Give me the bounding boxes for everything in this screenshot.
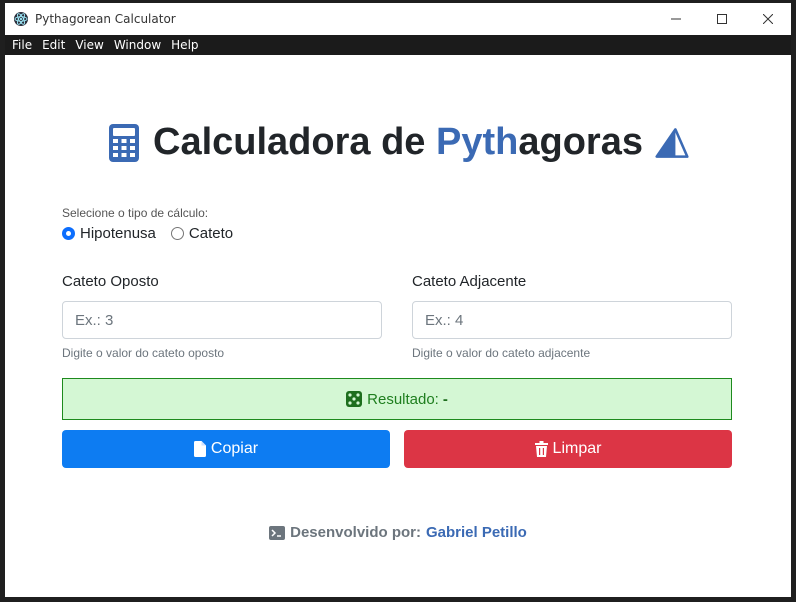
cateto-oposto-help: Digite o valor do cateto oposto: [62, 346, 225, 360]
page-title: Calculadora de Pythagoras: [5, 121, 791, 164]
triangle-icon: [655, 127, 689, 158]
window-title: Pythagorean Calculator: [35, 12, 176, 26]
dice-icon: [346, 391, 363, 407]
radio-hipotenusa[interactable]: [62, 227, 75, 240]
electron-app-icon: [14, 12, 28, 26]
trash-icon: [534, 441, 548, 457]
footer: Desenvolvido por: Gabriel Petillo: [5, 524, 791, 541]
cateto-oposto-input[interactable]: Ex.: 3: [62, 301, 382, 339]
maximize-button[interactable]: [699, 3, 745, 35]
menu-window[interactable]: Window: [109, 35, 166, 55]
minimize-button[interactable]: [653, 3, 699, 35]
window-controls: [653, 3, 791, 35]
result-value: -: [442, 390, 448, 408]
menu-edit[interactable]: Edit: [37, 35, 70, 55]
radio-label-hipotenusa: Hipotenusa: [80, 225, 156, 242]
menu-help[interactable]: Help: [166, 35, 203, 55]
calc-type-label: Selecione o tipo de cálculo:: [62, 206, 209, 220]
cateto-adjacente-input[interactable]: Ex.: 4: [412, 301, 732, 339]
copy-button-label: Copiar: [210, 440, 259, 457]
cateto-oposto-label: Cateto Oposto: [62, 273, 159, 290]
maximize-icon: [717, 14, 727, 24]
terminal-icon: [269, 525, 286, 540]
result-label: Resultado:: [367, 390, 439, 408]
radio-label-cateto: Cateto: [188, 225, 234, 242]
menu-view[interactable]: View: [70, 35, 108, 55]
calculator-icon: [109, 123, 140, 162]
minimize-icon: [671, 18, 681, 20]
footer-prefix: Desenvolvido por:: [290, 524, 421, 541]
menu-bar: File Edit View Window Help: [5, 35, 791, 55]
footer-author-link[interactable]: Gabriel Petillo: [426, 524, 527, 541]
title-bar: Pythagorean Calculator: [5, 3, 791, 35]
radio-option-cateto[interactable]: Cateto: [170, 225, 234, 242]
clear-button-label: Limpar: [552, 440, 602, 457]
copy-button[interactable]: Copiar: [62, 430, 390, 468]
menu-file[interactable]: File: [7, 35, 37, 55]
close-icon: [763, 14, 773, 24]
app-window: Pythagorean Calculator File Edit View Wi…: [5, 3, 791, 597]
calc-type-radio-group: Hipotenusa Cateto: [62, 225, 248, 242]
file-icon: [193, 441, 206, 457]
radio-cateto[interactable]: [170, 227, 184, 240]
clear-button[interactable]: Limpar: [404, 430, 732, 468]
cateto-adjacente-help: Digite o valor do cateto adjacente: [412, 346, 591, 360]
cateto-adjacente-label: Cateto Adjacente: [412, 273, 527, 290]
radio-option-hipotenusa[interactable]: Hipotenusa: [62, 225, 156, 242]
main-content: Calculadora de Pythagoras Selecione o ti…: [5, 55, 791, 597]
result-box: Resultado: -: [62, 378, 732, 420]
close-button[interactable]: [745, 3, 791, 35]
heading-text: Calculadora de Pythagoras: [153, 121, 643, 163]
